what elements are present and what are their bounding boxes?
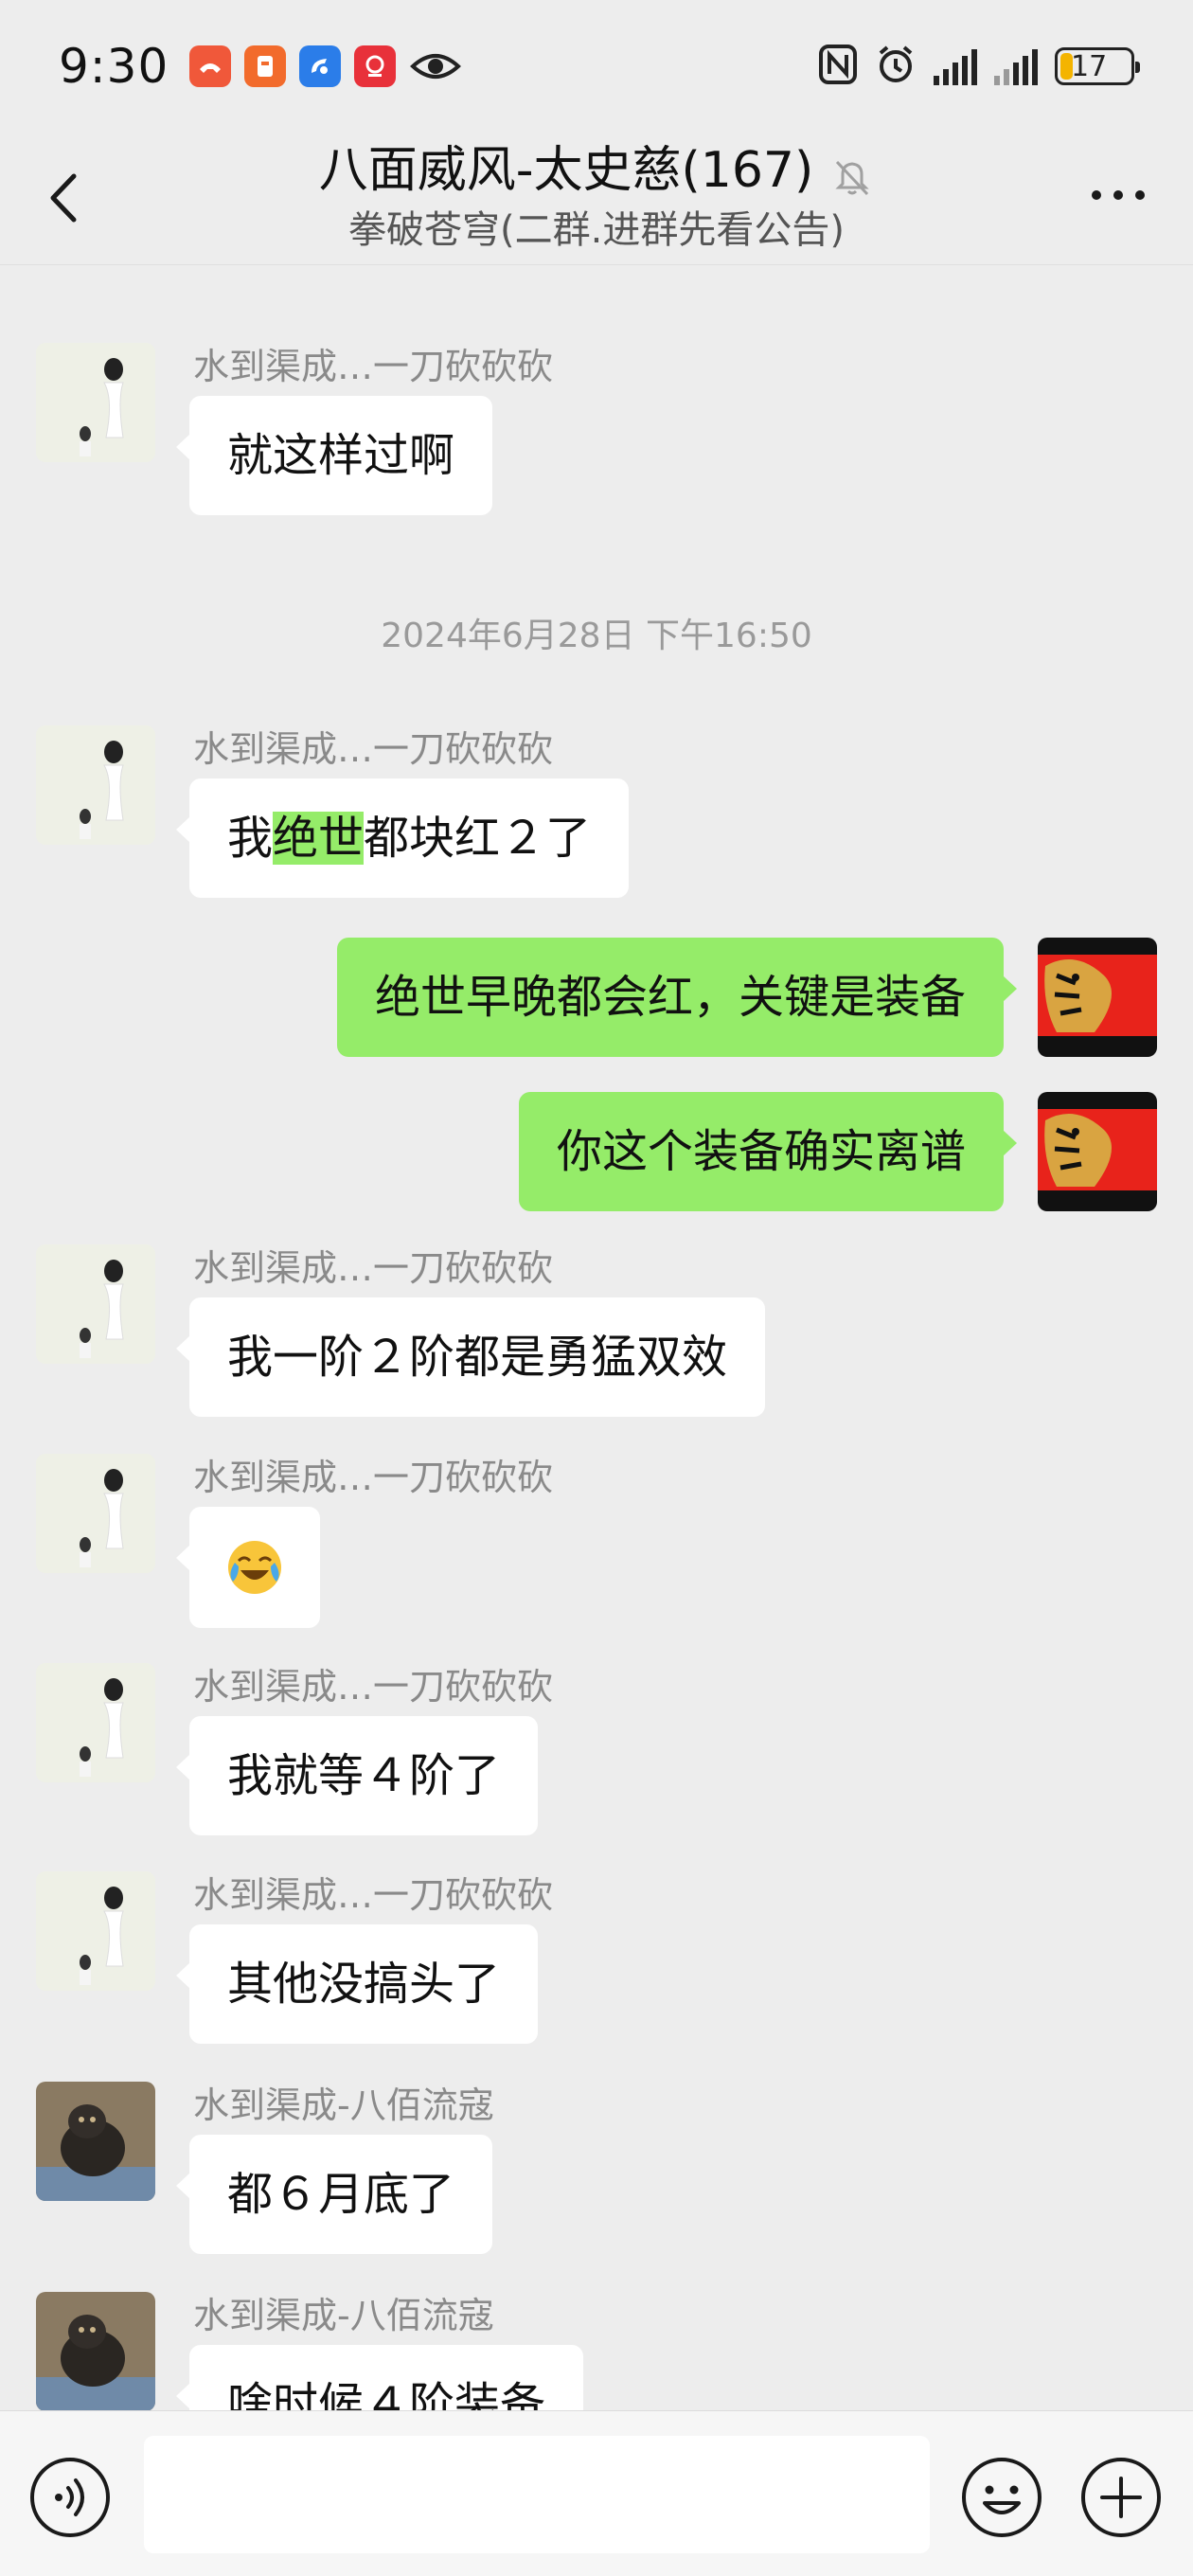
title-area: 八面威风-太史慈(167) 拳破苍穹(二群.进群先看公告) xyxy=(0,133,1193,256)
more-dots-icon xyxy=(1092,190,1145,200)
message-list[interactable]: 水到渠成…一刀砍砍砍 就这样过啊 2024年6月28日 下午16:50 水到渠成… xyxy=(0,265,1193,2410)
signal-icon xyxy=(934,47,977,85)
avatar[interactable] xyxy=(36,343,155,462)
eye-icon xyxy=(409,45,462,87)
voice-input-button[interactable] xyxy=(28,2456,112,2539)
status-right-icons: 17 xyxy=(818,44,1140,89)
chat-subtitle: 拳破苍穹(二群.进群先看公告) xyxy=(348,207,845,252)
mute-bell-icon xyxy=(830,155,874,199)
message-bubble[interactable] xyxy=(176,1507,320,1628)
plus-icon xyxy=(1081,2458,1161,2537)
sender-name: 水到渠成-八佰流寇 xyxy=(193,2084,494,2126)
avatar[interactable] xyxy=(36,725,155,845)
highlighted-text: 绝世 xyxy=(273,812,365,865)
missed-call-icon xyxy=(189,45,232,87)
emoji-button[interactable] xyxy=(960,2456,1043,2539)
input-bar xyxy=(0,2410,1193,2576)
avatar-self[interactable] xyxy=(1038,1092,1157,1211)
sender-name: 水到渠成…一刀砍砍砍 xyxy=(193,1457,554,1498)
signal-icon xyxy=(994,47,1038,85)
status-bar: 9:30 17 xyxy=(0,0,1193,133)
message-text: 我 xyxy=(227,812,274,865)
status-time: 9:30 xyxy=(59,39,169,94)
browser-icon xyxy=(299,45,342,87)
avatar[interactable] xyxy=(36,1454,155,1573)
message-text: 都块红２了 xyxy=(364,812,592,865)
chat-title[interactable]: 八面威风-太史慈(167) xyxy=(319,138,814,203)
more-options-button[interactable] xyxy=(1085,176,1151,214)
avatar[interactable] xyxy=(36,2292,155,2410)
message-bubble[interactable]: 我就等４阶了 xyxy=(175,1716,539,1835)
timestamp: 2024年6月28日 下午16:50 xyxy=(381,617,812,655)
sender-name: 水到渠成…一刀砍砍砍 xyxy=(193,1874,554,1916)
avatar[interactable] xyxy=(36,2082,155,2201)
avatar-self[interactable] xyxy=(1038,938,1157,1057)
message-bubble[interactable]: 我绝世都块红２了 xyxy=(175,778,630,898)
sender-name: 水到渠成…一刀砍砍砍 xyxy=(193,1666,554,1708)
sender-name: 水到渠成-八佰流寇 xyxy=(193,2295,494,2336)
crying-laughing-emoji-icon xyxy=(228,1541,281,1594)
message-bubble[interactable]: 啥时候４阶装备 xyxy=(175,2345,584,2410)
sender-name: 水到渠成…一刀砍砍砍 xyxy=(193,1247,554,1289)
battery-text: 17 xyxy=(1071,49,1108,83)
lottery-icon xyxy=(354,45,397,87)
message-bubble[interactable]: 都６月底了 xyxy=(175,2135,493,2254)
message-bubble[interactable]: 绝世早晚都会红，关键是装备 xyxy=(336,938,1018,1057)
avatar[interactable] xyxy=(36,1663,155,1782)
message-bubble[interactable]: 其他没搞头了 xyxy=(175,1924,539,2044)
delivery-icon xyxy=(244,45,287,87)
chat-header: 八面威风-太史慈(167) 拳破苍穹(二群.进群先看公告) xyxy=(0,133,1193,265)
sender-name: 水到渠成…一刀砍砍砍 xyxy=(193,728,554,770)
status-app-icons xyxy=(189,45,462,87)
message-bubble[interactable]: 你这个装备确实离谱 xyxy=(518,1092,1018,1211)
avatar[interactable] xyxy=(36,1871,155,1991)
message-bubble[interactable]: 我一阶２阶都是勇猛双效 xyxy=(175,1297,766,1417)
message-bubble[interactable]: 就这样过啊 xyxy=(175,396,493,515)
avatar[interactable] xyxy=(36,1244,155,1364)
more-functions-button[interactable] xyxy=(1079,2456,1163,2539)
sender-name: 水到渠成…一刀砍砍砍 xyxy=(193,346,554,387)
smiley-icon xyxy=(962,2458,1042,2537)
alarm-icon xyxy=(875,44,917,89)
voice-icon xyxy=(30,2458,110,2537)
nfc-icon xyxy=(818,44,858,89)
message-input[interactable] xyxy=(144,2436,930,2553)
battery-icon: 17 xyxy=(1055,47,1140,85)
